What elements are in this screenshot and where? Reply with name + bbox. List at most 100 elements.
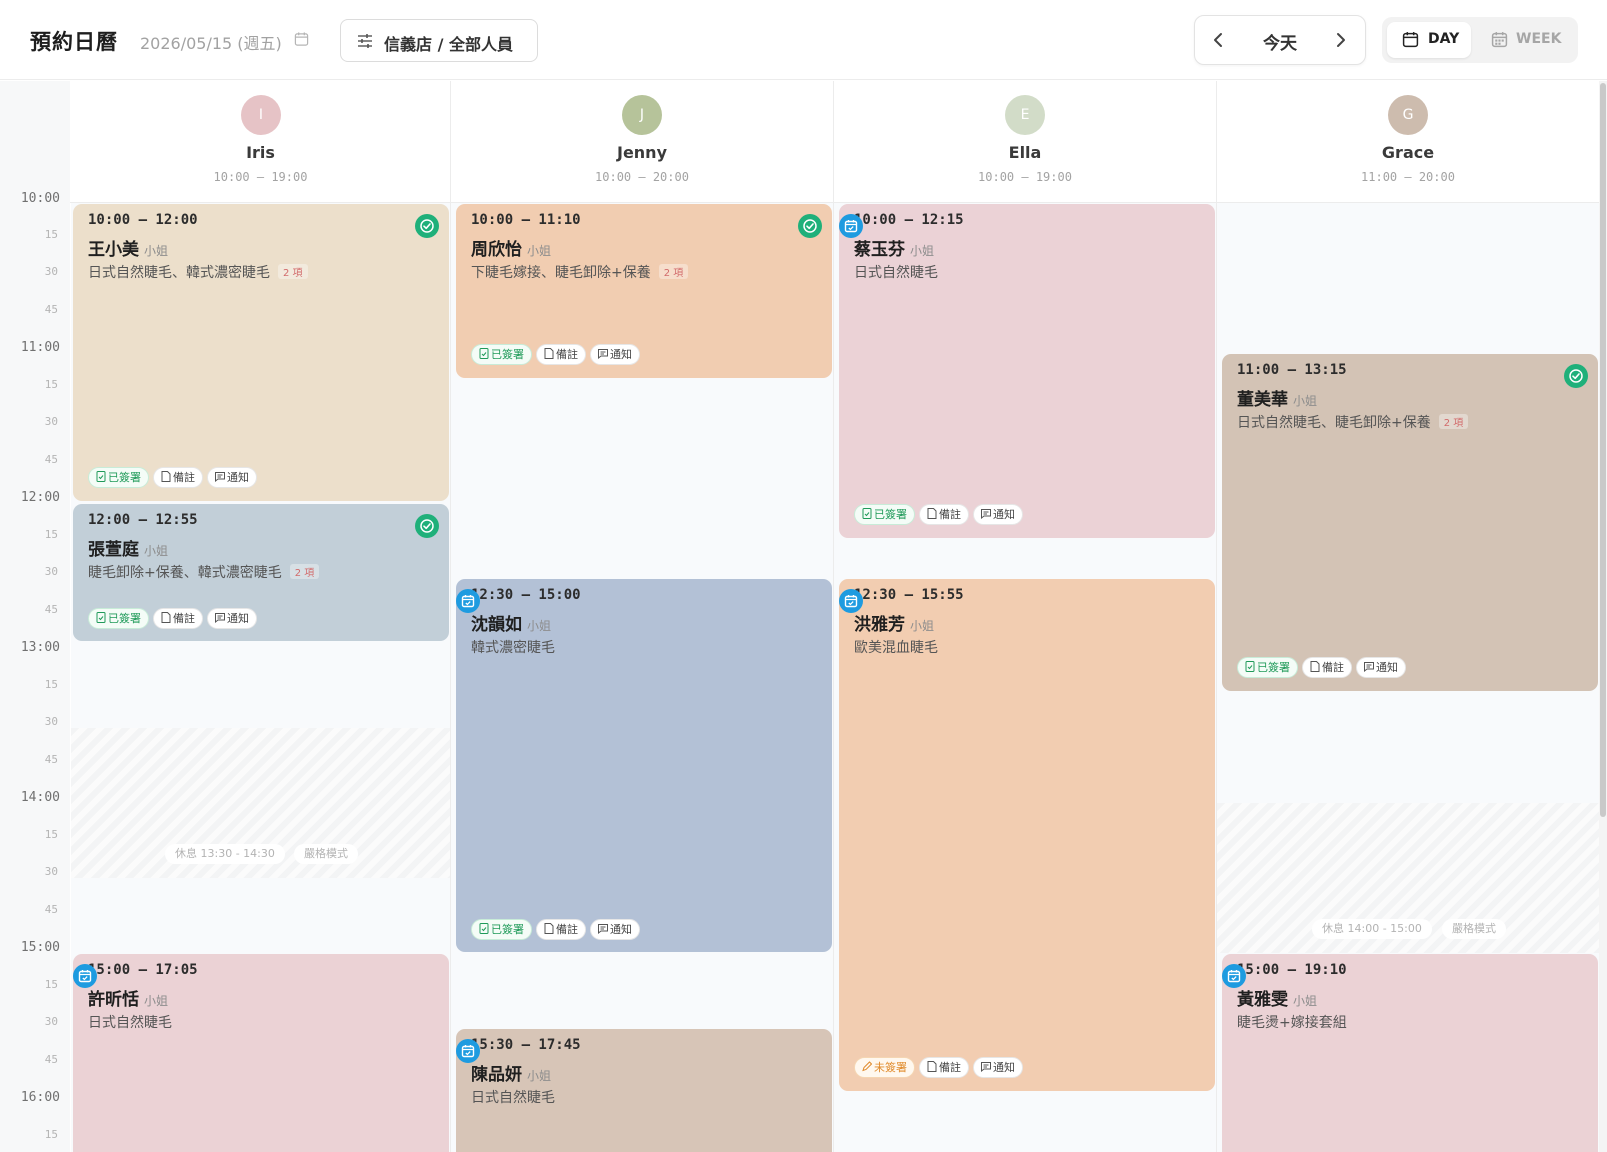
client-name: 王小美 小姐 [88, 240, 169, 260]
appointment-card[interactable]: 11:00 – 13:15 董美華 小姐 日式自然睫毛、睫毛卸除+保養 2 項 已簽… [1222, 354, 1598, 691]
message-icon [1364, 662, 1374, 673]
date-navigation: 今天 [1194, 15, 1366, 65]
note-icon [161, 471, 171, 482]
appointment-card[interactable]: 15:00 – 17:05 許昕恬 小姐 日式自然睫毛 [73, 954, 449, 1152]
notify-button[interactable]: 通知 [590, 919, 640, 940]
time-label: 15 [44, 228, 58, 241]
note-button[interactable]: 備註 [919, 504, 969, 525]
view-switcher: DAY WEEK [1382, 17, 1578, 63]
notify-button[interactable]: 通知 [207, 608, 257, 629]
time-gutter: 10:00 15 30 45 11:00 15 30 45 12:00 15 3… [0, 81, 70, 1152]
appointment-tags: 已簽署 備註 通知 [88, 467, 261, 489]
signed-tag[interactable]: 已簽署 [471, 919, 532, 940]
time-label: 13:00 [20, 640, 60, 655]
note-button[interactable]: 備註 [536, 344, 586, 365]
appointment-time: 10:00 – 12:15 [854, 212, 964, 228]
scheduled-status-icon [1222, 964, 1246, 988]
appointment-time: 15:30 – 17:45 [471, 1037, 581, 1053]
appointment-card[interactable]: 12:30 – 15:55 洪雅芳 小姐 歐美混血睫毛 未簽署 備註 通知 [839, 579, 1215, 1091]
staff-header-iris[interactable]: I Iris 10:00 – 19:00 [71, 81, 450, 202]
appointment-time: 10:00 – 12:00 [88, 212, 198, 228]
break-mode-badge: 嚴格模式 [294, 844, 358, 864]
notify-button[interactable]: 通知 [1356, 657, 1406, 678]
service-list: 歐美混血睫毛 [854, 640, 938, 656]
staff-name: Jenny [616, 143, 667, 162]
note-button[interactable]: 備註 [153, 608, 203, 629]
time-label: 14:00 [20, 790, 60, 805]
message-icon [215, 613, 225, 624]
filter-label: 信義店 / 全部人員 [384, 35, 513, 54]
appointment-tags: 已簽署 備註 通知 [88, 608, 261, 630]
appointment-card[interactable]: 10:00 – 12:00 王小美 小姐 日式自然睫毛、韓式濃密睫毛 2 項 已簽署… [73, 204, 449, 501]
appointment-tags: 已簽署 備註 通知 [471, 344, 644, 366]
appointment-tags: 已簽署 備註 通知 [1237, 657, 1410, 679]
today-button[interactable]: 今天 [1245, 29, 1315, 54]
appointment-card[interactable]: 15:00 – 19:10 黃雅雯 小姐 睫毛燙+嫁接套組 [1222, 954, 1598, 1152]
unsigned-tag[interactable]: 未簽署 [854, 1057, 915, 1078]
note-button[interactable]: 備註 [919, 1057, 969, 1078]
staff-name: Ella [1008, 143, 1042, 162]
time-label: 45 [44, 303, 58, 316]
scrollbar-thumb[interactable] [1600, 83, 1606, 817]
service-list: 下睫毛嫁接、睫毛卸除+保養 2 項 [471, 262, 689, 282]
appointment-card[interactable]: 10:00 – 11:10 周欣怡 小姐 下睫毛嫁接、睫毛卸除+保養 2 項 已簽署… [456, 204, 832, 378]
calendar-icon [1402, 32, 1419, 48]
signed-tag[interactable]: 已簽署 [1237, 657, 1298, 678]
avatar: J [622, 95, 662, 135]
chevron-left-icon[interactable] [1207, 28, 1231, 52]
service-list: 睫毛卸除+保養、韓式濃密睫毛 2 項 [88, 562, 320, 582]
service-count-badge: 2 項 [1438, 414, 1469, 429]
appointment-tags: 未簽署 備註 通知 [854, 1057, 1027, 1079]
appointment-tags: 已簽署 備註 通知 [471, 919, 644, 941]
appointment-card[interactable]: 12:00 – 12:55 張萱庭 小姐 睫毛卸除+保養、韓式濃密睫毛 2 項 已簽… [73, 504, 449, 641]
time-label: 30 [44, 565, 58, 578]
note-button[interactable]: 備註 [536, 919, 586, 940]
break-label: 休息 14:00 - 15:00 [1312, 919, 1432, 939]
appointment-time: 10:00 – 11:10 [471, 212, 581, 228]
scheduled-status-icon [456, 1039, 480, 1063]
client-name: 蔡玉芬 小姐 [854, 240, 935, 260]
note-button[interactable]: 備註 [153, 467, 203, 488]
notify-button[interactable]: 通知 [973, 504, 1023, 525]
appointment-card[interactable]: 15:30 – 17:45 陳品妍 小姐 日式自然睫毛 [456, 1029, 832, 1152]
note-icon [927, 508, 937, 519]
appointment-time: 12:30 – 15:00 [471, 587, 581, 603]
chevron-right-icon[interactable] [1328, 28, 1352, 52]
notify-button[interactable]: 通知 [973, 1057, 1023, 1078]
calendar-grid-icon [1491, 32, 1508, 48]
note-icon [161, 612, 171, 623]
time-label: 45 [44, 453, 58, 466]
view-day-button[interactable]: DAY [1387, 22, 1471, 58]
note-icon [1310, 661, 1320, 672]
service-count-badge: 2 項 [658, 264, 689, 279]
store-staff-filter-button[interactable]: 信義店 / 全部人員 [340, 19, 538, 62]
staff-header-jenny[interactable]: J Jenny 10:00 – 20:00 [451, 81, 833, 202]
service-list: 日式自然睫毛 [854, 265, 938, 281]
note-button[interactable]: 備註 [1302, 657, 1352, 678]
appointment-card[interactable]: 12:30 – 15:00 沈韻如 小姐 韓式濃密睫毛 已簽署 備註 通知 [456, 579, 832, 952]
appointment-card[interactable]: 10:00 – 12:15 蔡玉芬 小姐 日式自然睫毛 已簽署 備註 通知 [839, 204, 1215, 538]
message-icon [981, 1062, 991, 1073]
document-check-icon [96, 471, 106, 482]
staff-header-ella[interactable]: E Ella 10:00 – 19:00 [834, 81, 1216, 202]
signed-tag[interactable]: 已簽署 [471, 344, 532, 365]
notify-button[interactable]: 通知 [590, 344, 640, 365]
document-check-icon [1245, 661, 1255, 672]
signed-tag[interactable]: 已簽署 [88, 608, 149, 629]
document-check-icon [479, 348, 489, 359]
staff-header-grace[interactable]: G Grace 11:00 – 20:00 [1217, 81, 1599, 202]
time-label: 30 [44, 865, 58, 878]
service-list: 日式自然睫毛 [471, 1090, 555, 1106]
confirmed-status-icon [415, 514, 439, 538]
current-date[interactable]: 2026/05/15 (週五) [140, 30, 282, 54]
column-divider [1216, 81, 1217, 1152]
signed-tag[interactable]: 已簽署 [854, 504, 915, 525]
view-week-button[interactable]: WEEK [1481, 22, 1573, 58]
notify-button[interactable]: 通知 [207, 467, 257, 488]
signed-tag[interactable]: 已簽署 [88, 467, 149, 488]
client-name: 周欣怡 小姐 [471, 240, 552, 260]
appointment-time: 15:00 – 19:10 [1237, 962, 1347, 978]
document-check-icon [862, 508, 872, 519]
calendar-icon[interactable] [294, 31, 309, 47]
note-icon [544, 923, 554, 934]
